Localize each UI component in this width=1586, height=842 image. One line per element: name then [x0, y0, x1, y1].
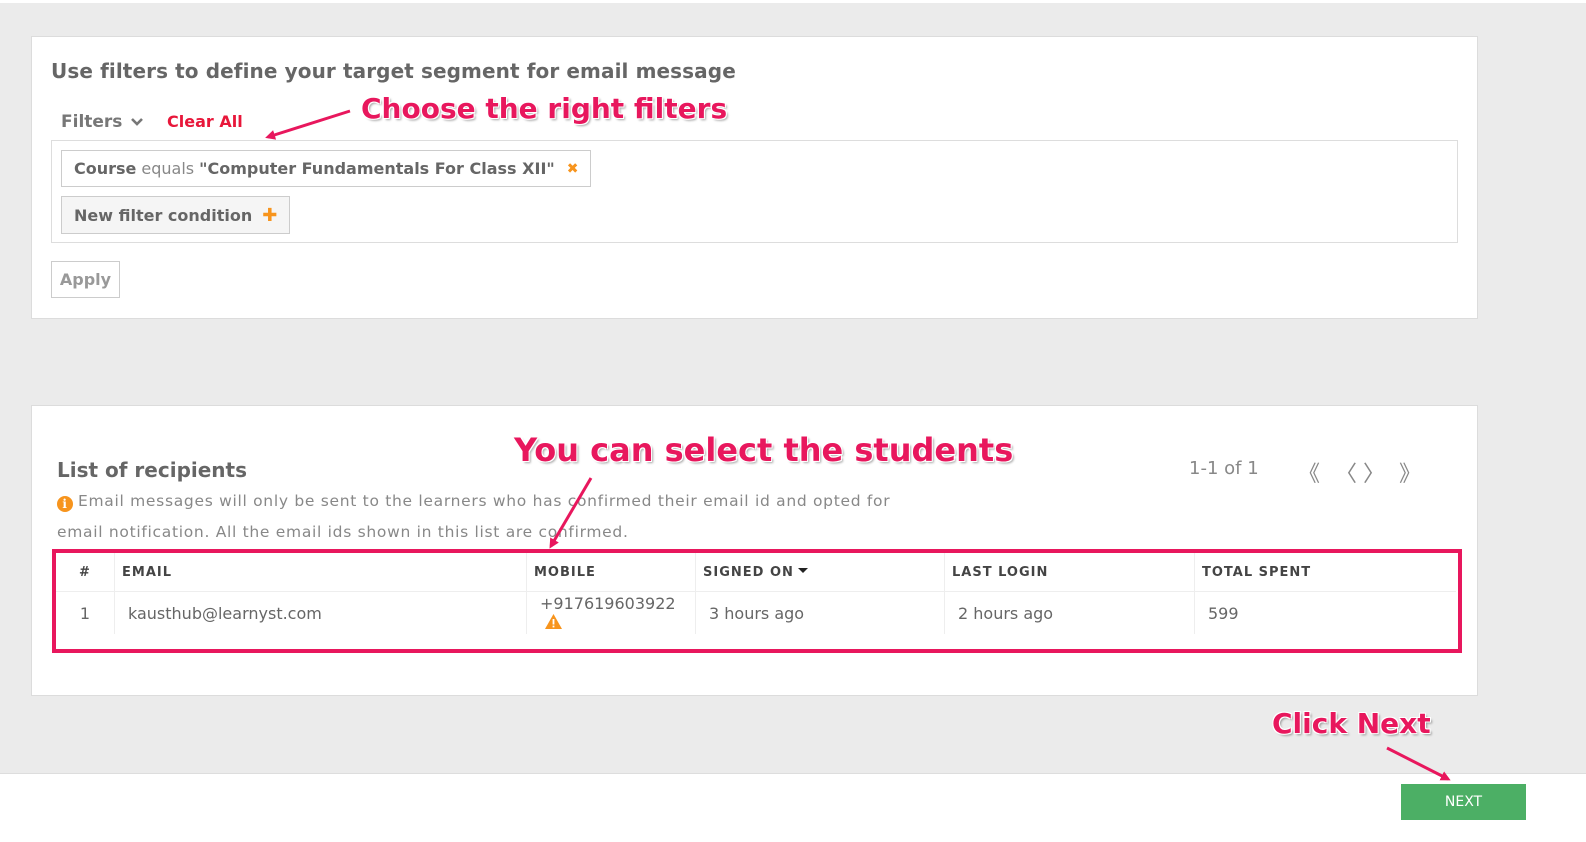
column-header-mobile[interactable]: MOBILE — [526, 553, 696, 592]
table-row[interactable]: 1 kausthub@learnyst.com +917619603922 3 … — [56, 591, 1456, 634]
pagination-info: 1-1 of 1 — [1189, 458, 1259, 479]
info-icon: i — [57, 496, 73, 512]
condition-operator: equals — [141, 159, 195, 178]
new-filter-condition-button[interactable]: New filter condition ✚ — [61, 196, 291, 234]
row-email: kausthub@learnyst.com — [114, 591, 527, 634]
next-button[interactable]: NEXT — [1401, 784, 1526, 820]
apply-button[interactable]: Apply — [51, 261, 120, 298]
row-total-spent: 599 — [1194, 591, 1456, 634]
row-mobile-cell: +917619603922 — [526, 591, 696, 634]
condition-value: "Computer Fundamentals For Class XII" — [199, 159, 555, 178]
clear-all-button[interactable]: Clear All — [167, 112, 243, 131]
annotation-filters: Choose the right filters — [361, 92, 728, 125]
top-edge — [0, 0, 1586, 3]
recipients-note-text: Email messages will only be sent to the … — [57, 492, 891, 541]
recipients-note: i Email messages will only be sent to the… — [57, 486, 927, 548]
filters-dropdown[interactable]: Filters — [61, 111, 144, 133]
filter-conditions-box: Course equals "Computer Fundamentals For… — [51, 140, 1458, 243]
plus-icon: ✚ — [262, 204, 278, 226]
remove-condition-icon[interactable]: ✖ — [567, 161, 579, 177]
column-header-email[interactable]: EMAIL — [114, 553, 527, 592]
column-header-signed-on[interactable]: SIGNED ON — [695, 553, 945, 592]
last-page-icon[interactable]: 》 — [1399, 456, 1421, 488]
footer-bar — [0, 773, 1586, 842]
chevron-down-icon — [131, 118, 144, 126]
first-page-icon[interactable]: 《 — [1298, 456, 1320, 488]
filters-label: Filters — [61, 112, 123, 132]
filters-card-title: Use filters to define your target segmen… — [51, 59, 736, 83]
row-mobile: +917619603922 — [540, 594, 676, 613]
annotation-students: You can select the students — [514, 431, 1014, 469]
column-header-last-login[interactable]: LAST LOGIN — [944, 553, 1195, 592]
signed-on-label: SIGNED ON — [703, 564, 794, 580]
recipients-title: List of recipients — [57, 458, 248, 482]
table-header-row: # EMAIL MOBILE SIGNED ON LAST LOGIN TOTA… — [56, 553, 1456, 592]
row-signed-on: 3 hours ago — [695, 591, 945, 634]
filter-condition-chip[interactable]: Course equals "Computer Fundamentals For… — [61, 150, 592, 187]
filters-card: Use filters to define your target segmen… — [31, 36, 1478, 319]
annotation-next: Click Next — [1272, 707, 1431, 740]
previous-page-icon[interactable]: 〈 — [1335, 456, 1357, 488]
sort-caret-icon — [797, 567, 808, 573]
row-last-login: 2 hours ago — [944, 591, 1195, 634]
condition-field: Course — [74, 159, 137, 178]
recipients-table: # EMAIL MOBILE SIGNED ON LAST LOGIN TOTA… — [56, 553, 1456, 650]
next-page-icon[interactable]: 〉 — [1363, 456, 1385, 488]
row-number: 1 — [79, 603, 91, 623]
new-filter-condition-label: New filter condition — [74, 205, 253, 225]
warning-icon — [545, 614, 562, 629]
column-header-number: # — [56, 553, 115, 592]
column-header-total-spent[interactable]: TOTAL SPENT — [1194, 553, 1456, 592]
